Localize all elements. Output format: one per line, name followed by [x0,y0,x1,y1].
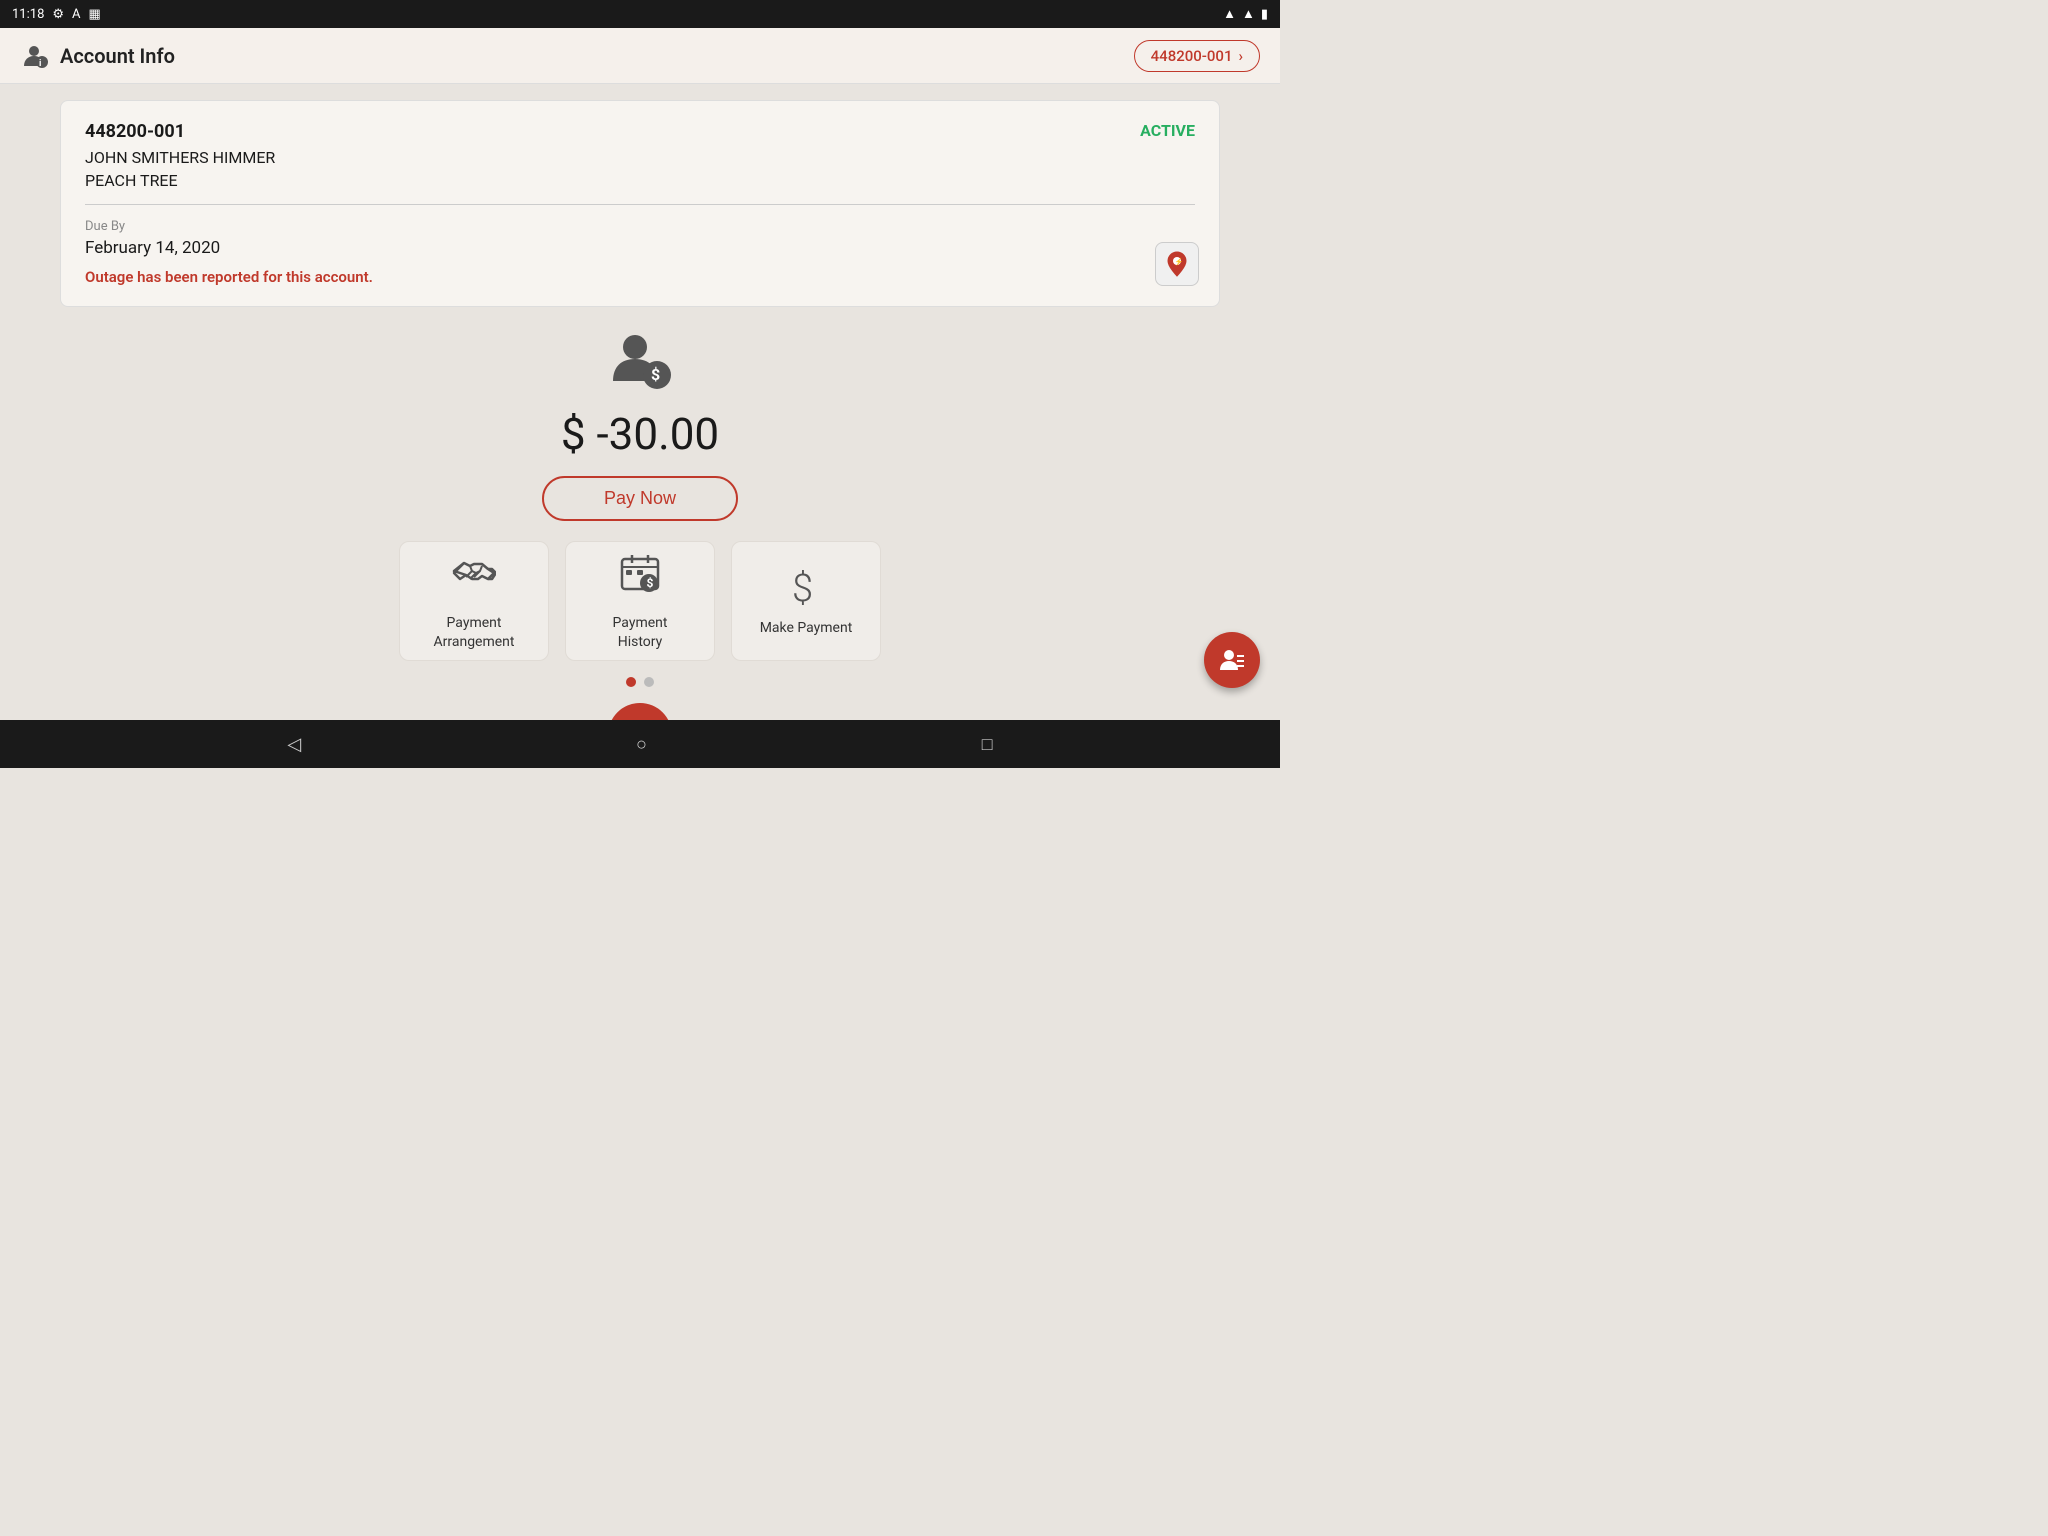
card-account-number: 448200-001 [85,121,185,142]
time-display: 11:18 [12,7,44,22]
app-bar-title: Account Info [60,44,175,68]
tile-payment-arrangement[interactable]: PaymentArrangement [399,541,549,661]
account-chip[interactable]: 448200-001 › [1134,40,1260,72]
account-location: PEACH TREE [85,171,1195,190]
due-label: Due By [85,219,1195,234]
settings-icon: ⚙ [52,7,64,22]
account-status: ACTIVE [1140,121,1195,140]
svg-text:$: $ [792,567,813,609]
chevron-right-icon: › [1238,47,1243,65]
status-right: ▲ ▲ ▮ [1223,6,1268,22]
nav-bar: ◁ ○ □ [0,720,1280,768]
home-button[interactable]: ○ [636,734,647,755]
location-pin-button[interactable]: ⚡ [1155,242,1199,286]
due-date: February 14, 2020 [85,238,1195,258]
card-header: 448200-001 ACTIVE [85,121,1195,142]
app-bar-left: i Account Info [20,42,175,70]
back-button[interactable]: ◁ [287,734,301,755]
tile-make-payment[interactable]: $ Make Payment [731,541,881,661]
person-dollar-icon: $ [605,331,675,396]
chip-account-number: 448200-001 [1151,47,1233,65]
person-icon: i [20,42,48,70]
status-bar: 11:18 ⚙ A ▦ ▲ ▲ ▮ [0,0,1280,28]
battery-icon: ▮ [1261,7,1268,22]
account-name: JOHN SMITHERS HIMMER [85,148,1195,167]
status-left: 11:18 ⚙ A ▦ [12,7,101,22]
card-divider [85,204,1195,205]
recents-button[interactable]: □ [982,734,993,755]
outage-message: Outage has been reported for this accoun… [85,268,1195,286]
svg-text:$: $ [647,576,654,590]
handshake-svg [452,551,496,595]
fab-person-list-icon [1218,646,1246,674]
action-tiles: PaymentArrangement $ PaymentHistory [60,541,1220,661]
tile-payment-history[interactable]: $ PaymentHistory [565,541,715,661]
dot-1 [626,677,636,687]
calendar-dollar-icon: $ [618,551,662,604]
signal-icon: ▲ [1242,6,1255,22]
pagination-dots [60,677,1220,687]
location-pin-icon: ⚡ [1165,250,1189,278]
a-icon: A [72,7,80,22]
svg-text:⚡: ⚡ [1175,257,1184,266]
dollar-sign-icon: $ [784,565,828,609]
tile-payment-arrangement-label: PaymentArrangement [434,614,515,650]
balance-amount: $ -30.00 [561,408,719,460]
calendar-dollar-svg: $ [618,551,662,595]
dot-2 [644,677,654,687]
dollar-large-svg: $ [784,565,828,609]
pay-now-button[interactable]: Pay Now [542,476,738,521]
main-content: 448200-001 ACTIVE JOHN SMITHERS HIMMER P… [0,84,1280,783]
account-card: 448200-001 ACTIVE JOHN SMITHERS HIMMER P… [60,100,1220,307]
tile-make-payment-label: Make Payment [760,619,853,637]
svg-text:i: i [39,59,41,69]
app-bar: i Account Info 448200-001 › [0,28,1280,84]
fab-button[interactable] [1204,632,1260,688]
svg-text:$: $ [651,365,660,384]
sim-icon: ▦ [89,7,101,22]
account-balance-icon: $ [605,331,675,400]
tile-payment-history-label: PaymentHistory [613,614,668,650]
handshake-icon [452,551,496,604]
wifi-icon: ▲ [1223,6,1236,22]
balance-section: $ $ -30.00 Pay Now [60,331,1220,521]
